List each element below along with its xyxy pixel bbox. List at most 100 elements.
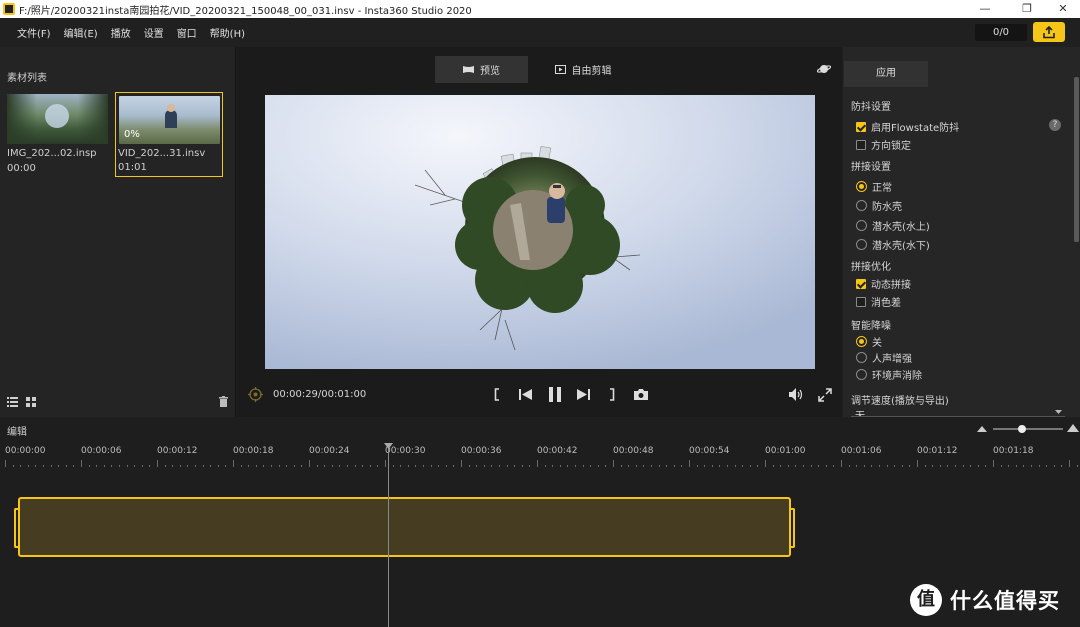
- ruler-label: 00:00:54: [689, 446, 730, 456]
- ruler-tick: [651, 465, 652, 467]
- close-button[interactable]: ✕: [1048, 0, 1078, 18]
- tab-preview[interactable]: 预览: [435, 56, 528, 83]
- ruler-tick: [673, 465, 675, 467]
- media-item-selected[interactable]: 0% VID_202...31.insv 01:01: [115, 92, 223, 177]
- camera-icon[interactable]: [634, 389, 648, 400]
- ruler-tick: [438, 465, 440, 467]
- ruler-tick: [240, 465, 242, 467]
- media-thumbnail-img[interactable]: [7, 94, 108, 144]
- ruler-tick: [529, 465, 531, 467]
- video-preview[interactable]: [265, 95, 815, 369]
- direction-lock-checkbox[interactable]: 方向锁定: [856, 137, 911, 152]
- grid-view-icon[interactable]: [26, 397, 36, 407]
- time-ruler[interactable]: 00:00:00 00:00:06 00:00:12 00:00:18 00:00:24…: [0, 442, 1080, 472]
- mark-out-icon[interactable]: [609, 388, 615, 401]
- next-icon[interactable]: [576, 388, 590, 401]
- tab-free-edit-label: 自由剪辑: [571, 66, 612, 77]
- ruler-tick: [620, 465, 622, 467]
- ruler-label: 00:01:00: [765, 446, 806, 456]
- zoom-in-icon[interactable]: [1067, 424, 1079, 432]
- ruler-tick: [12, 465, 14, 467]
- menu-settings[interactable]: 设置: [144, 25, 164, 40]
- checkbox-empty-icon: [856, 139, 866, 150]
- pause-icon[interactable]: [548, 387, 562, 402]
- stitch-option-dive-below[interactable]: 潜水壳(水下): [856, 237, 930, 252]
- volume-icon[interactable]: [789, 388, 803, 401]
- clip-trim-right[interactable]: [789, 508, 795, 548]
- ruler-tick: [894, 465, 896, 467]
- export-button[interactable]: [1033, 22, 1065, 42]
- chroma-checkbox[interactable]: 消色差: [856, 294, 901, 309]
- ruler-tick: [521, 465, 523, 467]
- speed-select[interactable]: 无: [851, 406, 1065, 417]
- restore-button[interactable]: ❐: [1012, 0, 1042, 18]
- ruler-tick: [202, 465, 204, 467]
- ruler-tick: [233, 460, 234, 467]
- ruler-tick: [278, 465, 280, 467]
- playhead[interactable]: [388, 445, 389, 627]
- app-logo-icon: [3, 3, 15, 15]
- menu-window[interactable]: 窗口: [177, 25, 197, 40]
- mark-in-icon[interactable]: [494, 388, 500, 401]
- menu-play[interactable]: 播放: [111, 25, 131, 40]
- playhead-handle-icon[interactable]: [384, 443, 393, 449]
- stitch-option-dive-above[interactable]: 潜水壳(水上): [856, 218, 930, 233]
- help-icon[interactable]: ?: [1049, 119, 1061, 131]
- ruler-label: 00:00:48: [613, 446, 654, 456]
- stitch-option-normal[interactable]: 正常: [856, 179, 892, 194]
- ruler-tick: [407, 465, 409, 467]
- ruler-tick: [385, 460, 386, 467]
- ruler-tick: [628, 465, 630, 467]
- ruler-tick: [719, 465, 721, 467]
- denoise-option-off[interactable]: 关: [856, 334, 882, 349]
- video-clip[interactable]: [18, 497, 791, 557]
- stitch-option-waterproof[interactable]: 防水壳: [856, 198, 902, 213]
- tab-apply[interactable]: 应用: [844, 61, 928, 87]
- ruler-tick: [597, 465, 599, 467]
- watermark-logo: 值: [910, 584, 942, 616]
- zoom-slider[interactable]: [993, 425, 1063, 433]
- ruler-tick: [369, 465, 371, 467]
- ruler-label: 00:00:12: [157, 446, 198, 456]
- ruler-tick: [506, 465, 508, 467]
- ruler-tick: [468, 465, 470, 467]
- ruler-tick: [825, 465, 827, 467]
- ruler-tick: [461, 460, 462, 467]
- fullscreen-icon[interactable]: [818, 388, 832, 402]
- ruler-tick: [886, 465, 888, 467]
- previous-icon[interactable]: [519, 388, 533, 401]
- tab-free-edit[interactable]: 自由剪辑: [543, 56, 623, 83]
- dynamic-stitch-checkbox[interactable]: 动态拼接: [856, 276, 911, 291]
- zoom-slider-handle[interactable]: [1017, 425, 1026, 433]
- ruler-tick: [917, 460, 918, 467]
- checkbox-checked-icon: [856, 121, 866, 132]
- ruler-tick: [575, 465, 576, 467]
- menu-file[interactable]: 文件(F): [17, 25, 51, 40]
- minimize-button[interactable]: —: [970, 0, 1000, 18]
- settings-scrollbar[interactable]: [1074, 77, 1079, 242]
- ruler-tick: [955, 465, 956, 467]
- list-view-icon[interactable]: [7, 397, 18, 407]
- ruler-tick: [491, 465, 493, 467]
- zoom-out-icon[interactable]: [977, 426, 987, 432]
- flowstate-checkbox[interactable]: 启用Flowstate防抖: [856, 119, 959, 134]
- ruler-tick: [787, 465, 789, 467]
- target-icon[interactable]: [248, 387, 263, 402]
- ruler-tick: [1015, 465, 1017, 467]
- ruler-tick: [939, 465, 941, 467]
- menu-edit[interactable]: 编辑(E): [64, 25, 98, 40]
- ruler-tick: [552, 465, 554, 467]
- ruler-tick: [347, 465, 348, 467]
- menu-help[interactable]: 帮助(H): [210, 25, 245, 40]
- ruler-tick: [225, 465, 227, 467]
- media-progress: 0%: [124, 129, 140, 140]
- denoise-option-voice[interactable]: 人声增强: [856, 350, 912, 365]
- window-title: F:/照片/20200321insta南园拍花/VID_20200321_150…: [19, 5, 472, 17]
- ruler-tick: [499, 465, 500, 467]
- planet-view-icon[interactable]: [817, 63, 831, 75]
- ruler-tick: [901, 465, 903, 467]
- ruler-tick: [1000, 465, 1002, 467]
- denoise-option-ambient[interactable]: 环境声消除: [856, 367, 922, 382]
- ruler-tick: [179, 465, 181, 467]
- trash-icon[interactable]: [219, 396, 228, 407]
